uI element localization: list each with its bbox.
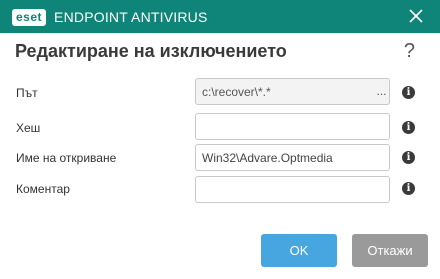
close-icon xyxy=(409,9,423,23)
eset-logo: eset xyxy=(12,8,47,26)
hash-info-icon[interactable]: i xyxy=(402,121,415,134)
hash-label: Хеш xyxy=(16,121,41,135)
title-bar: eset ENDPOINT ANTIVIRUS xyxy=(0,0,440,33)
comment-field[interactable] xyxy=(195,176,390,203)
comment-info-icon[interactable]: i xyxy=(402,182,415,195)
ok-button[interactable]: OK xyxy=(261,234,337,267)
detection-name-field[interactable] xyxy=(195,144,390,171)
product-name: ENDPOINT ANTIVIRUS xyxy=(54,9,208,25)
brand: eset ENDPOINT ANTIVIRUS xyxy=(12,7,208,27)
comment-label: Коментар xyxy=(16,182,70,196)
close-button[interactable] xyxy=(406,6,426,26)
browse-button[interactable]: ... xyxy=(373,81,390,102)
cancel-button[interactable]: Откажи xyxy=(352,234,428,267)
detection-name-label: Име на откриване xyxy=(16,151,117,165)
help-icon[interactable]: ? xyxy=(404,40,415,63)
hash-field[interactable] xyxy=(195,113,390,140)
dialog-title: Редактиране на изключението xyxy=(15,41,287,61)
path-label: Път xyxy=(16,86,38,100)
path-info-icon[interactable]: i xyxy=(402,86,415,99)
path-field[interactable] xyxy=(195,78,390,105)
detection-info-icon[interactable]: i xyxy=(402,151,415,164)
